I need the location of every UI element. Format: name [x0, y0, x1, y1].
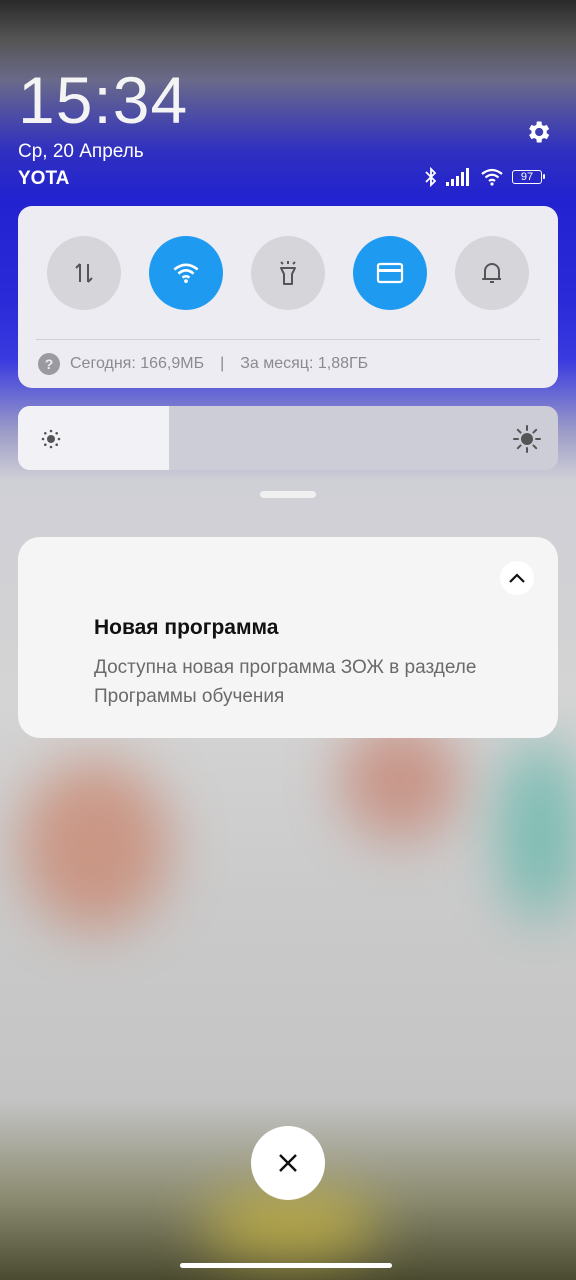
settings-button[interactable] — [520, 114, 556, 150]
chevron-up-icon — [509, 573, 525, 583]
mobile-data-toggle[interactable] — [47, 236, 121, 310]
clear-notifications-button[interactable] — [251, 1126, 325, 1200]
card-icon — [376, 262, 404, 284]
signal-icon — [446, 168, 469, 186]
flashlight-icon — [280, 261, 296, 285]
divider — [36, 339, 540, 340]
notification-card[interactable]: Новая программа Доступна новая программа… — [18, 537, 558, 738]
status-icons: 97 — [424, 166, 545, 188]
mobile-data-arrows-icon — [75, 263, 93, 283]
quick-settings-panel: ? Сегодня: 166,9МБ | За месяц: 1,88ГБ — [18, 206, 558, 388]
date: Ср, 20 Апрель — [18, 141, 144, 162]
drag-handle[interactable] — [260, 491, 316, 498]
background-blur — [500, 740, 576, 920]
brightness-slider[interactable] — [18, 406, 558, 470]
background-blur — [340, 720, 460, 840]
background-blur — [20, 760, 170, 930]
battery-level: 97 — [520, 171, 534, 183]
data-usage-today: Сегодня: 166,9МБ — [70, 355, 205, 372]
brightness-high-icon — [513, 425, 541, 453]
carrier-name: YOTA — [18, 168, 70, 189]
notifications-toggle[interactable] — [455, 236, 529, 310]
wifi-icon — [173, 263, 199, 284]
gear-icon — [529, 121, 550, 143]
collapse-button[interactable] — [500, 561, 534, 595]
close-icon — [279, 1154, 297, 1172]
battery-icon: 97 — [512, 170, 545, 184]
notification-title: Новая программа — [94, 616, 279, 639]
background-blur — [200, 1190, 380, 1260]
home-indicator[interactable] — [180, 1263, 392, 1268]
bell-icon — [482, 263, 501, 283]
flashlight-toggle[interactable] — [251, 236, 325, 310]
notification-body: Доступна новая программа ЗОЖ в разделе П… — [94, 657, 477, 707]
clock: 15:34 — [18, 63, 189, 137]
card-toggle[interactable] — [353, 236, 427, 310]
wifi-toggle[interactable] — [149, 236, 223, 310]
data-usage[interactable]: ? Сегодня: 166,9МБ | За месяц: 1,88ГБ — [38, 352, 368, 376]
brightness-low-icon — [41, 429, 61, 449]
data-usage-separator: | — [220, 355, 225, 372]
wifi-icon — [481, 168, 503, 186]
data-usage-month: За месяц: 1,88ГБ — [240, 355, 369, 372]
bluetooth-icon — [425, 167, 437, 187]
help-icon[interactable]: ? — [38, 353, 60, 375]
